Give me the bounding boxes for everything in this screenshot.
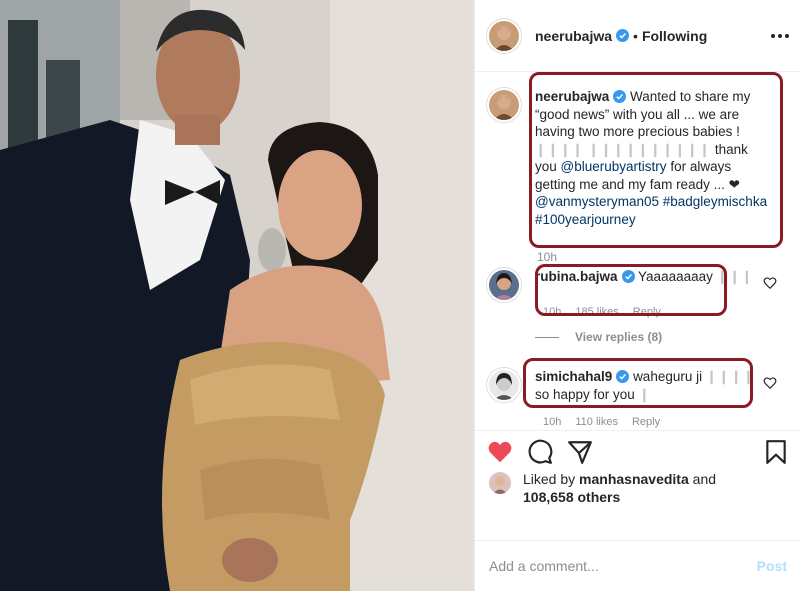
liker-username[interactable]: manhasnavedita: [579, 471, 689, 487]
post-photo[interactable]: [0, 0, 474, 591]
comment-meta: 10h 110 likes Reply: [487, 416, 787, 430]
view-replies-label: View replies (8): [575, 330, 663, 344]
replies-divider: [535, 336, 559, 338]
post-comment-button[interactable]: Post: [757, 558, 787, 574]
comment-meta: 10h 185 likes Reply: [487, 306, 787, 322]
comment-likes[interactable]: 185 likes: [575, 306, 618, 318]
avatar-image: [489, 20, 519, 51]
heart-outline-icon[interactable]: [763, 376, 777, 390]
more-dots-icon[interactable]: [771, 26, 789, 46]
following-button[interactable]: Following: [642, 28, 707, 44]
caption-emoji-placeholder: ❙❙❙❙❙❙❙❙❙❙: [588, 141, 712, 157]
comment-emoji-placeholder: ❙❙❙❙: [705, 369, 756, 384]
post-image: [0, 0, 474, 591]
comment-timestamp: 10h: [543, 416, 562, 428]
add-comment-input[interactable]: [489, 558, 757, 574]
caption-avatar[interactable]: [487, 88, 521, 122]
caption-hashtag[interactable]: #badgleymischka: [663, 194, 767, 209]
liker-avatar[interactable]: [489, 472, 511, 494]
comment-username[interactable]: rubina.bajwa: [535, 269, 618, 284]
caption-emoji-placeholder: ❙❙❙❙: [535, 141, 585, 157]
caption-timestamp: 10h: [537, 250, 558, 264]
verified-badge-icon: [616, 370, 630, 383]
paper-plane-icon[interactable]: [567, 439, 593, 465]
action-bar: [475, 430, 800, 472]
header-username[interactable]: neerubajwa: [535, 28, 612, 44]
likes-and: and: [692, 471, 717, 487]
reply-button[interactable]: Reply: [633, 306, 661, 318]
add-comment-bar: Post: [475, 540, 800, 591]
comment-body: Yaaaaaaaay: [638, 269, 713, 284]
heart-filled-icon[interactable]: [487, 439, 513, 465]
likes-summary: Liked by manhasnavedita and 108,658 othe…: [489, 470, 716, 506]
bookmark-icon[interactable]: [763, 439, 789, 465]
caption-text: neerubajwa Wanted to share my “good news…: [535, 88, 771, 228]
caption-mention[interactable]: @bluerubyartistry: [561, 159, 667, 174]
verified-badge-icon: [621, 270, 635, 283]
likes-text: Liked by manhasnavedita and 108,658 othe…: [523, 470, 716, 506]
reply-button[interactable]: Reply: [632, 416, 660, 428]
avatar[interactable]: [487, 18, 521, 53]
caption-mention[interactable]: @vanmysteryman05: [535, 194, 659, 209]
comment-body: so happy for you: [535, 386, 635, 402]
verified-badge-icon: [613, 90, 627, 103]
avatar-image: [489, 90, 519, 120]
caption-username[interactable]: neerubajwa: [535, 89, 609, 104]
heart-outline-icon[interactable]: [763, 276, 777, 290]
caption-hashtag[interactable]: #100yearjourney: [535, 212, 636, 227]
comment-avatar[interactable]: [487, 368, 521, 402]
avatar-image: [489, 370, 519, 400]
post-caption: neerubajwa Wanted to share my “good news…: [487, 88, 787, 228]
comment-emoji-placeholder: ❙❙❙: [716, 269, 754, 284]
post-side-panel: neerubajwa • Following neerubajwa Wanted…: [474, 0, 800, 591]
comment-item: rubina.bajwa Yaaaaaaaay ❙❙❙: [487, 268, 787, 302]
header-separator: •: [633, 27, 638, 44]
view-replies-button[interactable]: View replies (8): [535, 330, 662, 344]
comment-emoji-placeholder: ❙: [638, 386, 651, 402]
comment-username[interactable]: simichahal9: [535, 369, 612, 384]
avatar-image: [489, 270, 519, 300]
comment-body: waheguru ji: [633, 369, 703, 384]
comments-list: neerubajwa Wanted to share my “good news…: [475, 72, 800, 430]
post-header: neerubajwa • Following: [475, 0, 800, 72]
comment-likes[interactable]: 110 likes: [575, 416, 618, 428]
comment-text: rubina.bajwa Yaaaaaaaay ❙❙❙: [535, 268, 765, 302]
avatar-image: [489, 472, 511, 494]
comment-text: simichahal9 waheguru ji ❙❙❙❙ so happy fo…: [535, 368, 765, 403]
likes-prefix: Liked by: [523, 471, 576, 487]
likes-count[interactable]: 108,658 others: [523, 489, 620, 505]
comment-bubble-icon[interactable]: [527, 439, 553, 465]
comment-timestamp: 10h: [543, 306, 562, 318]
comment-avatar[interactable]: [487, 268, 521, 302]
comment-item: simichahal9 waheguru ji ❙❙❙❙ so happy fo…: [487, 368, 787, 403]
verified-badge-icon: [616, 29, 630, 42]
